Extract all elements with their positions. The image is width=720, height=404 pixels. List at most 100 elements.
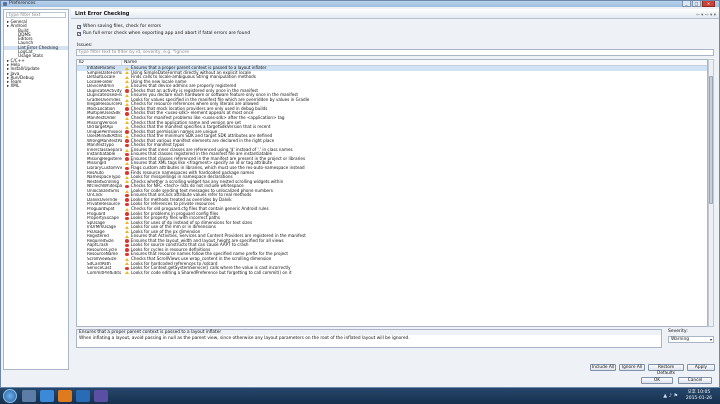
detail-body: When inflating a layout, avoid passing i… <box>79 336 410 341</box>
issue-id: CommitPrefEdits <box>87 270 122 275</box>
window-title: Preferences <box>9 1 36 6</box>
warning-icon <box>125 230 129 234</box>
error-icon <box>125 157 129 161</box>
app-icon <box>3 2 7 6</box>
tree-item-label: XML <box>10 83 20 89</box>
tree-item[interactable]: ▸ XML <box>4 83 68 89</box>
save-check-label: When saving files, check for errors <box>83 24 162 29</box>
warning-icon <box>125 175 129 179</box>
tree-filter-input[interactable]: type filter text <box>6 12 66 18</box>
save-check-option[interactable]: ✓ When saving files, check for errors <box>77 24 161 29</box>
id-column-header[interactable]: ID <box>77 60 122 65</box>
nav-arrows-icon[interactable]: ⇦ ▾ ⇨ ▾ ▾ <box>696 11 716 21</box>
error-icon <box>125 266 129 271</box>
page-title: Lint Error Checking ⇦ ▾ ⇨ ▾ ▾ <box>71 9 719 19</box>
warning-icon <box>125 116 129 120</box>
error-icon <box>125 243 129 248</box>
warning-icon <box>125 94 129 98</box>
title-bar: Preferences _ □ × <box>1 1 719 7</box>
error-icon <box>125 139 129 143</box>
scrollbar-thumb[interactable] <box>709 75 713 204</box>
checkbox-icon[interactable]: ✓ <box>77 31 81 36</box>
warning-icon <box>125 148 129 152</box>
error-icon <box>125 193 129 198</box>
warning-icon <box>125 134 129 138</box>
export-check-option[interactable]: ✓ Run full error check when exporting app… <box>77 31 250 36</box>
preference-tree-panel: type filter text ▸ General ▸ Android Build… <box>3 9 69 370</box>
warning-icon <box>125 125 129 129</box>
warning-icon <box>125 207 129 211</box>
page-title-text: Lint Error Checking <box>75 11 130 17</box>
warning-icon <box>125 66 129 70</box>
warning-icon <box>125 225 129 229</box>
issue-name: Looks for code editing a SharedPreferenc… <box>131 269 292 275</box>
warning-icon <box>125 98 129 102</box>
ignore-all-button[interactable]: Ignore All <box>619 364 645 371</box>
start-button[interactable] <box>3 389 17 403</box>
apply-button[interactable]: Apply <box>687 364 715 371</box>
taskbar: ▲ ♪ ⚑ 오후 10:05 2015-01-26 <box>0 388 720 404</box>
severity-label: Severity: <box>668 329 688 334</box>
severity-value: Warning <box>671 337 690 342</box>
error-icon <box>125 216 129 221</box>
issue-detail: Ensures that a proper parent context is … <box>76 329 662 348</box>
clock[interactable]: 오후 10:05 2015-01-26 <box>686 390 712 401</box>
warning-icon <box>125 189 129 193</box>
browser-icon[interactable] <box>40 390 54 402</box>
eclipse-icon[interactable] <box>94 390 108 402</box>
close-button[interactable]: × <box>702 1 715 7</box>
warning-icon <box>125 80 129 84</box>
warning-icon <box>125 262 129 266</box>
export-check-label: Run full error check when exporting app … <box>83 31 251 36</box>
warning-icon <box>125 71 129 75</box>
issues-label: Issues: <box>77 43 93 48</box>
error-icon <box>125 111 129 116</box>
lint-panel: Lint Error Checking ⇦ ▾ ⇨ ▾ ▾ ✓ When savin… <box>71 9 719 376</box>
error-icon <box>125 107 129 111</box>
severity-select[interactable]: Warning ▾ <box>668 336 714 343</box>
error-icon <box>125 198 129 202</box>
warning-icon <box>125 221 129 225</box>
preferences-window: Preferences _ □ × type filter text ▸ Gen… <box>0 0 720 388</box>
include-all-button[interactable]: Include All <box>590 364 616 371</box>
explorer-icon[interactable] <box>22 390 36 402</box>
issues-search-input[interactable]: type filter text to filter by id, severi… <box>76 49 714 56</box>
error-icon <box>125 184 129 189</box>
preference-tree: ▸ General ▸ Android Build DDMS Editors Launch… <box>4 19 68 89</box>
warning-icon <box>125 84 129 88</box>
error-icon <box>125 202 129 207</box>
tray-icons[interactable]: ▲ ♪ ⚑ <box>663 393 678 399</box>
ok-button[interactable]: OK <box>641 377 673 384</box>
warning-icon <box>125 257 129 261</box>
error-icon <box>125 211 129 216</box>
minimize-button[interactable]: _ <box>682 1 691 7</box>
vertical-scrollbar[interactable] <box>708 59 714 327</box>
error-icon <box>125 239 129 243</box>
warning-icon <box>125 162 129 166</box>
error-icon <box>125 252 129 257</box>
warning-icon <box>125 235 129 238</box>
warning-icon <box>125 271 129 275</box>
warning-icon <box>125 121 129 125</box>
chevron-down-icon: ▾ <box>709 337 712 342</box>
issues-table[interactable]: ID Name InflateParams Ensures that a prop… <box>76 59 708 327</box>
error-icon <box>125 166 129 171</box>
error-icon <box>125 152 129 157</box>
clock-date: 2015-01-26 <box>685 395 712 401</box>
error-icon <box>125 89 129 93</box>
issue-name-cell: Looks for code editing a SharedPreferenc… <box>122 269 292 276</box>
warning-icon <box>125 75 129 79</box>
maximize-button[interactable]: □ <box>692 1 701 7</box>
warning-icon <box>125 180 129 184</box>
firefox-icon[interactable] <box>58 390 72 402</box>
cancel-button[interactable]: Cancel <box>678 377 712 384</box>
error-icon <box>125 130 129 134</box>
restore-defaults-button[interactable]: Restore Defaults <box>648 364 684 376</box>
table-row[interactable]: CommitPrefEdits Looks for code editing a … <box>77 269 707 276</box>
media-icon[interactable] <box>76 390 90 402</box>
clock-time: 오후 10:05 <box>687 390 711 395</box>
error-icon <box>125 143 129 148</box>
checkbox-icon[interactable]: ✓ <box>77 24 81 29</box>
error-icon <box>125 248 129 252</box>
warning-icon <box>125 103 129 107</box>
